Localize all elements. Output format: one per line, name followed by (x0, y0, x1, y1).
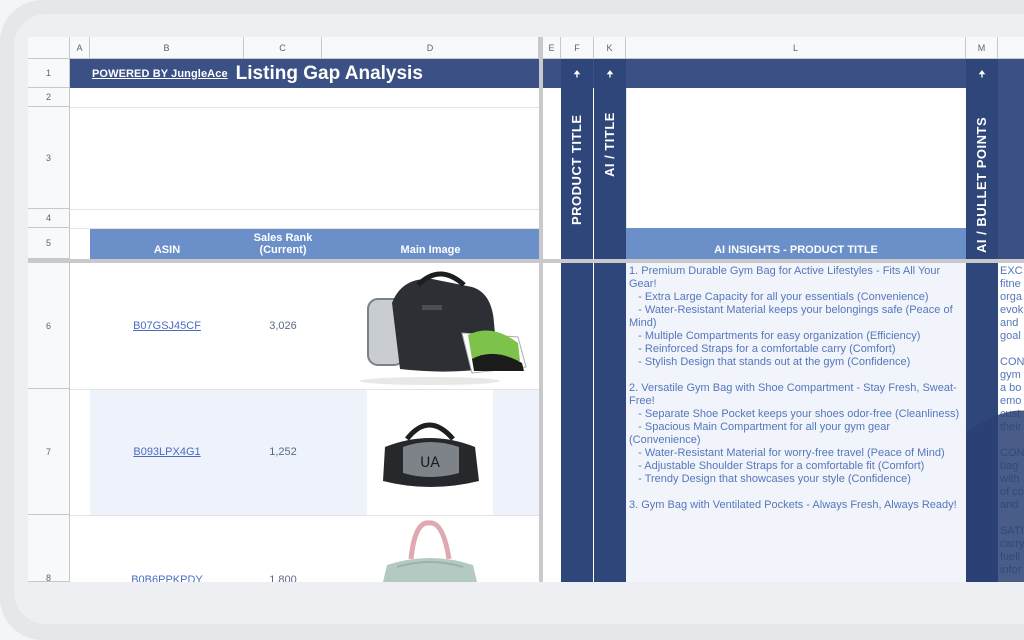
mint-duffel-bag-image (383, 520, 477, 582)
column-header-d[interactable]: D (322, 37, 539, 59)
row-header-6[interactable]: 6 (28, 263, 70, 389)
row-header-1[interactable]: 1 (28, 59, 70, 88)
ai-insights-text: 1. Premium Durable Gym Bag for Active Li… (629, 265, 960, 511)
duffel-bag-image: UA (383, 422, 479, 487)
select-all-corner[interactable] (28, 37, 70, 59)
product-title-label: PRODUCT TITLE (569, 114, 584, 226)
asin-link[interactable]: B093LPX4G1 (133, 446, 200, 458)
column-header-a[interactable]: A (70, 37, 90, 59)
ai-title-column-header: 🠉 AI / TITLE (594, 59, 626, 259)
asin-cell[interactable]: B0B6PPKPDY (90, 515, 244, 582)
sales-rank-header: Sales Rank (Current) (244, 228, 322, 259)
column-header-b[interactable]: B (90, 37, 244, 59)
ai-title-column (594, 263, 626, 582)
sales-rank-value: 1,252 (269, 446, 297, 458)
decorative-swoosh (966, 410, 1024, 582)
gridline (70, 107, 539, 108)
row-header-3[interactable]: 3 (28, 107, 70, 209)
sales-rank-value: 3,026 (269, 320, 297, 332)
asin-link[interactable]: B0B6PPKPDY (131, 574, 203, 582)
sort-up-arrow-icon[interactable]: 🠉 (561, 67, 593, 83)
asin-link[interactable]: B07GSJ45CF (133, 320, 201, 332)
column-header-k[interactable]: K (594, 37, 626, 59)
ai-insights-cell[interactable]: 1. Premium Durable Gym Bag for Active Li… (626, 263, 966, 582)
product-title-column (561, 263, 593, 582)
column-header-f[interactable]: F (561, 37, 594, 59)
gridline (626, 88, 627, 228)
ai-insights-header: AI INSIGHTS - PRODUCT TITLE (626, 228, 966, 259)
column-header-m[interactable]: M (966, 37, 998, 59)
svg-text:UA: UA (420, 455, 440, 471)
row-header-5[interactable]: 5 (28, 228, 70, 259)
main-image-header: Main Image (322, 228, 539, 259)
spreadsheet[interactable]: A B C D E F K L M 1 2 3 4 5 6 7 8 POWERE… (28, 37, 1024, 582)
gridline (70, 389, 539, 390)
main-image-cell (367, 515, 493, 582)
ai-bullet-points-label: AI / BULLET POINTS (974, 116, 989, 253)
column-header-e[interactable]: E (543, 37, 561, 59)
sales-rank-value: 1,800 (269, 574, 297, 582)
black-gym-bag-image (360, 271, 527, 385)
ai-title-label: AI / TITLE (602, 112, 617, 177)
row-header-2[interactable]: 2 (28, 88, 70, 107)
frozen-column-divider[interactable] (539, 37, 543, 582)
row-header-7[interactable]: 7 (28, 389, 70, 515)
sort-up-arrow-icon[interactable]: 🠉 (966, 67, 998, 83)
main-image-cell (322, 263, 539, 389)
row-header-8[interactable]: 8 (28, 515, 70, 582)
sales-rank-cell: 1,800 (244, 515, 322, 582)
gridline (70, 228, 539, 229)
ai-bullet-points-column-header: 🠉 AI / BULLET POINTS (966, 59, 998, 259)
asin-header: ASIN (90, 228, 244, 259)
sort-up-arrow-icon[interactable]: 🠉 (594, 67, 626, 83)
column-header-n[interactable] (998, 37, 1024, 59)
column-header-l[interactable]: L (626, 37, 966, 59)
asin-cell[interactable]: B07GSJ45CF (90, 263, 244, 389)
sales-rank-cell: 1,252 (244, 389, 322, 515)
column-header-c[interactable]: C (244, 37, 322, 59)
next-column-header-fill (998, 59, 1024, 259)
gridline (70, 515, 539, 516)
powered-by-link[interactable]: POWERED BY JungleAce (92, 68, 228, 80)
row-header-8-label: 8 (45, 573, 51, 582)
asin-cell[interactable]: B093LPX4G1 (90, 389, 244, 515)
main-image-cell: UA (367, 389, 493, 515)
product-title-column-header: 🠉 PRODUCT TITLE (561, 59, 593, 259)
page-title: Listing Gap Analysis (235, 62, 423, 84)
title-bar: POWERED BY JungleAce Listing Gap Analysi… (70, 59, 539, 88)
gridline (70, 209, 539, 210)
row-header-4[interactable]: 4 (28, 209, 70, 228)
sales-rank-cell: 3,026 (244, 263, 322, 389)
